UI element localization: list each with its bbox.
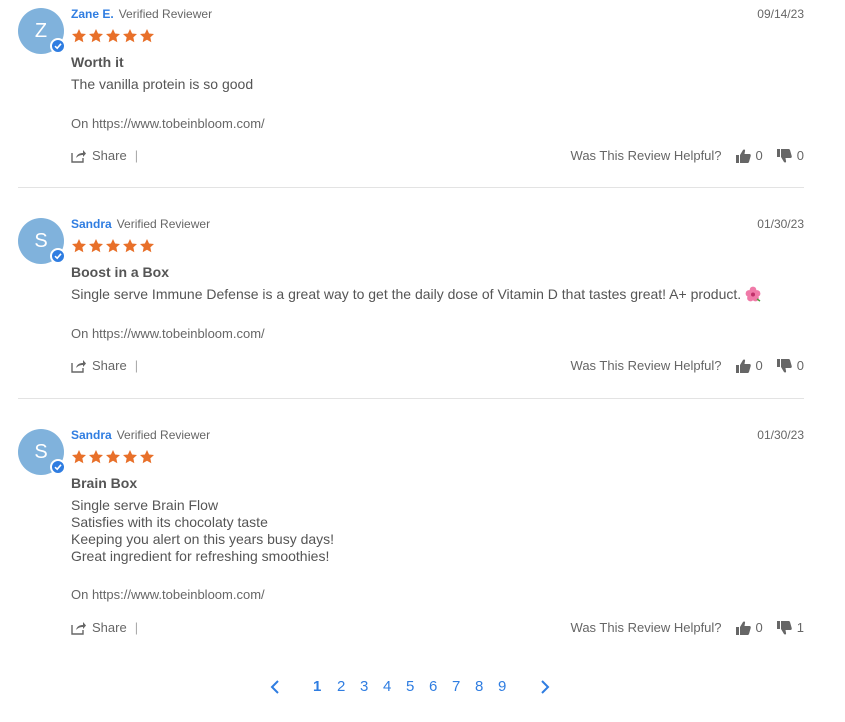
page-2[interactable]: 2 [337,678,345,695]
share-label: Share [92,620,127,635]
page-6[interactable]: 6 [429,678,437,695]
verified-label: Verified Reviewer [116,428,211,442]
star-rating [71,238,156,255]
page-1[interactable]: 1 [313,678,321,695]
page-3[interactable]: 3 [360,678,368,695]
helpful-label: Was This Review Helpful? [570,148,722,163]
review-title: Worth it [71,54,124,70]
chevron-right-icon[interactable] [540,680,550,698]
review-source: On https://www.tobeinbloom.com/ [71,116,265,131]
reviewer-name[interactable]: Sandra Verified Reviewer [71,217,210,231]
page-7[interactable]: 7 [452,678,460,695]
thumbs-up-button[interactable]: 0 [735,148,763,163]
review-title: Brain Box [71,475,138,491]
reviewer-name[interactable]: Sandra Verified Reviewer [71,428,210,442]
star-icon [139,238,156,255]
share-button[interactable]: Share | [71,148,138,163]
review-title: Boost in a Box [71,264,170,280]
thumbs-down-icon [776,148,792,163]
review-date: 09/14/23 [757,7,804,21]
divider [18,398,804,399]
thumbs-down-button[interactable]: 1 [776,620,804,635]
reviewer-name[interactable]: Zane E. Verified Reviewer [71,7,212,21]
share-icon [71,621,86,635]
verified-check-icon [50,459,66,475]
star-icon [71,449,88,466]
review-item: S Sandra Verified Reviewer 01/30/23 Brain… [18,428,804,639]
star-rating [71,28,156,45]
star-icon [88,28,105,45]
hibiscus-emoji [745,286,761,306]
star-rating [71,449,156,466]
helpful-label: Was This Review Helpful? [570,620,722,635]
thumbs-down-button[interactable]: 0 [776,148,804,163]
review-source: On https://www.tobeinbloom.com/ [71,587,265,602]
verified-label: Verified Reviewer [118,7,213,21]
thumbs-up-icon [735,148,751,163]
review-item: Z Zane E. Verified Reviewer 09/14/23 Wort… [18,7,804,178]
share-icon [71,149,86,163]
star-icon [88,449,105,466]
thumbs-down-button[interactable]: 0 [776,358,804,373]
star-icon [139,28,156,45]
page-5[interactable]: 5 [406,678,414,695]
helpful-controls: Was This Review Helpful? 0 0 [571,358,804,373]
divider [18,187,804,188]
verified-check-icon [50,248,66,264]
review-body: The vanilla protein is so good [71,76,254,92]
verified-label: Verified Reviewer [116,217,211,231]
star-icon [122,28,139,45]
share-label: Share [92,148,127,163]
star-icon [105,28,122,45]
share-button[interactable]: Share | [71,620,138,635]
star-icon [105,449,122,466]
review-date: 01/30/23 [757,217,804,231]
review-body: Single serve Brain Flow Satisfies with i… [71,497,335,564]
thumbs-down-icon [776,358,792,373]
thumbs-up-icon [735,358,751,373]
star-icon [71,238,88,255]
page-9[interactable]: 9 [498,678,506,695]
review-body: Single serve Immune Defense is a great w… [71,286,761,306]
share-button[interactable]: Share | [71,358,138,373]
star-icon [139,449,156,466]
review-date: 01/30/23 [757,428,804,442]
review-source: On https://www.tobeinbloom.com/ [71,326,265,341]
review-item: S Sandra Verified Reviewer 01/30/23 Boost… [18,217,804,388]
helpful-controls: Was This Review Helpful? 0 1 [571,620,804,635]
page-4[interactable]: 4 [383,678,391,695]
share-icon [71,359,86,373]
thumbs-down-icon [776,620,792,635]
star-icon [105,238,122,255]
star-icon [71,28,88,45]
share-label: Share [92,358,127,373]
page-8[interactable]: 8 [475,678,483,695]
thumbs-up-icon [735,620,751,635]
star-icon [122,238,139,255]
helpful-controls: Was This Review Helpful? 0 0 [571,148,804,163]
chevron-left-icon[interactable] [270,680,280,698]
thumbs-up-button[interactable]: 0 [735,358,763,373]
star-icon [88,238,105,255]
thumbs-up-button[interactable]: 0 [735,620,763,635]
star-icon [122,449,139,466]
helpful-label: Was This Review Helpful? [570,358,722,373]
verified-check-icon [50,38,66,54]
